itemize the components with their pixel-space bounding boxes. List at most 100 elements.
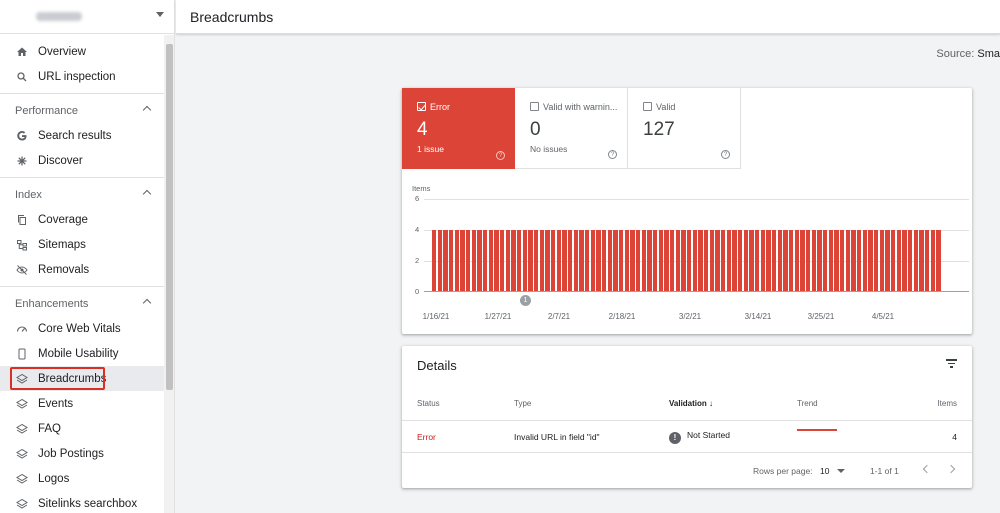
error-checkbox[interactable] xyxy=(417,102,426,111)
chart-bar[interactable] xyxy=(777,229,783,291)
chart-bar[interactable] xyxy=(460,229,465,291)
chart-bar[interactable] xyxy=(908,229,913,291)
chevron-up-icon[interactable] xyxy=(142,105,152,115)
prev-page-icon[interactable] xyxy=(921,464,931,474)
chart-bar[interactable] xyxy=(840,229,845,291)
col-status[interactable]: Status xyxy=(417,399,440,408)
chart-bar[interactable] xyxy=(670,229,675,291)
chart-bar[interactable] xyxy=(630,229,635,291)
section-enhancements[interactable]: Enhancements xyxy=(0,291,174,316)
nav-mobile-usability[interactable]: Mobile Usability xyxy=(0,341,174,366)
chart-bar[interactable] xyxy=(602,229,607,291)
chart-bar[interactable] xyxy=(715,229,720,291)
chart-bar[interactable] xyxy=(698,229,703,291)
section-index[interactable]: Index xyxy=(0,182,174,207)
chart-bar[interactable] xyxy=(732,229,737,291)
chart-bar[interactable] xyxy=(454,229,460,291)
chart-bar[interactable] xyxy=(607,229,613,291)
chart-bar[interactable] xyxy=(556,229,562,291)
nav-discover[interactable]: Discover xyxy=(0,148,174,173)
chart-bar[interactable] xyxy=(755,229,760,291)
row-type[interactable]: Invalid URL in field "id" xyxy=(514,432,600,442)
chart-bar[interactable] xyxy=(709,229,715,291)
chart-bar[interactable] xyxy=(675,229,681,291)
col-items[interactable]: Items xyxy=(937,399,957,408)
filter-icon[interactable] xyxy=(946,359,957,368)
chart-bar[interactable] xyxy=(721,229,726,291)
chart-bar[interactable] xyxy=(925,229,930,291)
chart-bar[interactable] xyxy=(772,229,777,291)
chart-bar[interactable] xyxy=(641,229,647,291)
chart-bar[interactable] xyxy=(891,229,896,291)
chart-bar[interactable] xyxy=(432,229,437,291)
chevron-up-icon[interactable] xyxy=(142,189,152,199)
chart-bar[interactable] xyxy=(874,229,879,291)
chart-bar[interactable] xyxy=(857,229,862,291)
chart-bar[interactable] xyxy=(902,229,907,291)
chart-bar[interactable] xyxy=(783,229,788,291)
chart-bar[interactable] xyxy=(517,229,522,291)
nav-breadcrumbs[interactable]: Breadcrumbs xyxy=(0,366,174,391)
chart-bar[interactable] xyxy=(477,229,482,291)
chart-bar[interactable] xyxy=(653,229,658,291)
chart-bar[interactable] xyxy=(845,229,851,291)
chart-bar[interactable] xyxy=(488,229,494,291)
nav-sitelinks-searchbox[interactable]: Sitelinks searchbox xyxy=(0,491,174,513)
chart-bar[interactable] xyxy=(834,229,839,291)
help-icon[interactable]: ? xyxy=(496,151,505,160)
chart-bar[interactable] xyxy=(664,229,669,291)
col-type[interactable]: Type xyxy=(514,399,531,408)
chart-bar[interactable] xyxy=(471,229,477,291)
nav-job-postings[interactable]: Job Postings xyxy=(0,441,174,466)
warning-tile[interactable]: Valid with warnin... 0 No issues ? xyxy=(515,88,628,169)
chart-bar[interactable] xyxy=(579,229,584,291)
nav-overview[interactable]: Overview xyxy=(0,39,174,64)
chart-bar[interactable] xyxy=(681,229,686,291)
chart-bar[interactable] xyxy=(483,229,488,291)
chart-bar[interactable] xyxy=(823,229,828,291)
chart-bar[interactable] xyxy=(528,229,533,291)
nav-removals[interactable]: Removals xyxy=(0,257,174,282)
caret-down-icon[interactable] xyxy=(156,12,164,17)
chart-bar[interactable] xyxy=(789,229,794,291)
chart-bar[interactable] xyxy=(760,229,766,291)
chart-bar[interactable] xyxy=(511,229,516,291)
chart-bar[interactable] xyxy=(443,229,448,291)
nav-coverage[interactable]: Coverage xyxy=(0,207,174,232)
chart-bar[interactable] xyxy=(449,229,454,291)
chart-bar[interactable] xyxy=(936,229,941,291)
error-tile[interactable]: Error 4 1 issue ? xyxy=(402,88,515,169)
chart-bar[interactable] xyxy=(585,229,590,291)
annotation-marker[interactable]: 1 xyxy=(520,295,531,306)
help-icon[interactable]: ? xyxy=(608,150,617,159)
chart-bar[interactable] xyxy=(437,229,443,291)
row-validation[interactable]: ! Not Started xyxy=(669,430,730,444)
chart-bar[interactable] xyxy=(885,229,890,291)
chart-bar[interactable] xyxy=(766,229,771,291)
chart-bar[interactable] xyxy=(619,229,624,291)
chart-bar[interactable] xyxy=(562,229,567,291)
chart-bar[interactable] xyxy=(794,229,800,291)
nav-search-results[interactable]: Search results xyxy=(0,123,174,148)
chart-bar[interactable] xyxy=(851,229,856,291)
chart-bar[interactable] xyxy=(738,229,743,291)
nav-faq[interactable]: FAQ xyxy=(0,416,174,441)
nav-logos[interactable]: Logos xyxy=(0,466,174,491)
nav-url-inspection[interactable]: URL inspection xyxy=(0,64,174,89)
chart-bar[interactable] xyxy=(658,229,664,291)
help-icon[interactable]: ? xyxy=(721,150,730,159)
chart-bar[interactable] xyxy=(743,229,749,291)
chart-bar[interactable] xyxy=(913,229,919,291)
chart-bar[interactable] xyxy=(800,229,805,291)
chart-bar[interactable] xyxy=(726,229,732,291)
chart-bar[interactable] xyxy=(879,229,885,291)
chart-bar[interactable] xyxy=(636,229,641,291)
next-page-icon[interactable] xyxy=(947,464,957,474)
chart-bar[interactable] xyxy=(534,229,539,291)
chart-bar[interactable] xyxy=(494,229,499,291)
chart-bar[interactable] xyxy=(505,229,511,291)
chart-bar[interactable] xyxy=(692,229,698,291)
chart-bar[interactable] xyxy=(828,229,834,291)
nav-core-web-vitals[interactable]: Core Web Vitals xyxy=(0,316,174,341)
chart-bar[interactable] xyxy=(539,229,545,291)
